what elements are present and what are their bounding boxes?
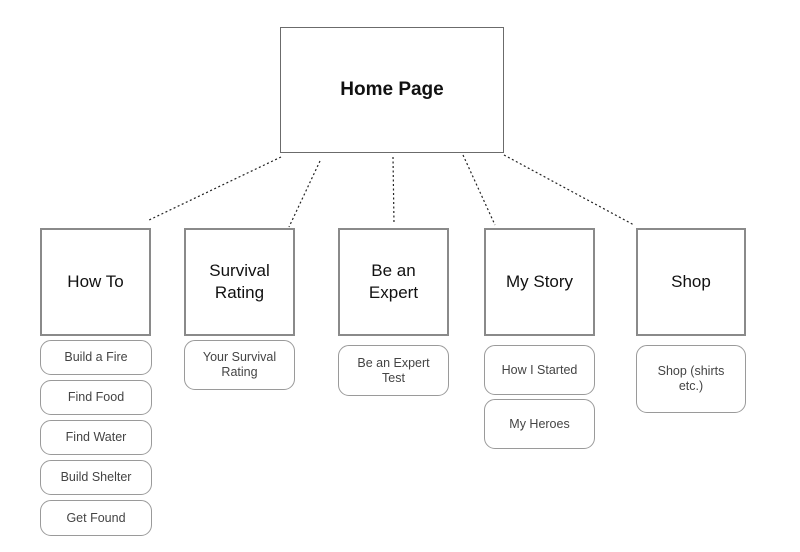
section-my-story-label: My Story bbox=[505, 272, 574, 291]
home-page-label: Home Page bbox=[340, 79, 444, 100]
home-page-node[interactable]: Home Page bbox=[280, 27, 504, 153]
connector-be-an-expert bbox=[392, 156, 395, 225]
page-find-water[interactable]: Find Water bbox=[40, 420, 152, 455]
page-be-an-expert-test[interactable]: Be an Expert Test bbox=[338, 345, 449, 396]
section-how-to[interactable]: How To bbox=[40, 228, 151, 336]
section-shop[interactable]: Shop bbox=[636, 228, 746, 336]
section-my-story[interactable]: My Story bbox=[484, 228, 595, 336]
page-find-water-label: Find Water bbox=[65, 430, 127, 444]
connector-survival-rating bbox=[288, 160, 321, 228]
page-my-heroes[interactable]: My Heroes bbox=[484, 399, 595, 449]
page-shop-shirts[interactable]: Shop (shirts etc.) bbox=[636, 345, 746, 413]
section-shop-label: Shop bbox=[671, 272, 711, 291]
section-be-an-expert[interactable]: Be an Expert bbox=[338, 228, 449, 336]
page-my-heroes-label: My Heroes bbox=[509, 416, 570, 431]
page-find-food[interactable]: Find Food bbox=[40, 380, 152, 415]
page-shop-shirts-label: Shop (shirts etc.) bbox=[657, 364, 725, 393]
page-how-i-started[interactable]: How I Started bbox=[484, 345, 595, 395]
page-your-survival-rating-label: Your Survival Rating bbox=[202, 350, 277, 379]
page-be-an-expert-test-label: Be an Expert Test bbox=[357, 355, 430, 385]
section-how-to-label: How To bbox=[67, 272, 124, 291]
section-survival-rating[interactable]: Survival Rating bbox=[184, 228, 295, 336]
page-build-a-fire-label: Build a Fire bbox=[64, 350, 128, 364]
page-how-i-started-label: How I Started bbox=[501, 362, 578, 377]
connector-shop bbox=[503, 154, 635, 226]
connector-my-story bbox=[462, 154, 496, 226]
page-build-a-fire[interactable]: Build a Fire bbox=[40, 340, 152, 375]
page-build-shelter[interactable]: Build Shelter bbox=[40, 460, 152, 495]
page-build-shelter-label: Build Shelter bbox=[60, 470, 132, 484]
page-get-found-label: Get Found bbox=[66, 510, 126, 525]
page-find-food-label: Find Food bbox=[67, 390, 125, 404]
section-be-an-expert-label: Be an Expert bbox=[368, 261, 419, 302]
section-survival-rating-label: Survival Rating bbox=[209, 261, 270, 302]
page-your-survival-rating[interactable]: Your Survival Rating bbox=[184, 340, 295, 390]
connector-how-to bbox=[146, 156, 282, 222]
page-get-found[interactable]: Get Found bbox=[40, 500, 152, 536]
